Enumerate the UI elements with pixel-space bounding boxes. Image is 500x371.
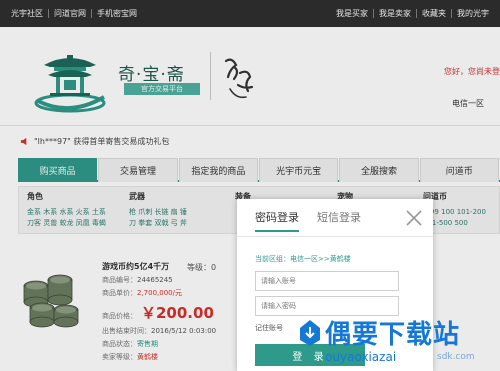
topbar-link-buyer[interactable]: 我是买家	[331, 8, 373, 19]
current-region[interactable]: 当前区组：电信一区>>黄鹤楼	[255, 254, 351, 264]
watermark-title: 偶要下载站	[325, 320, 461, 350]
download-logo-icon	[300, 320, 320, 346]
topbar-link-community[interactable]: 光宇社区	[6, 8, 48, 19]
site-watermark: 偶要下载站 ouyaoxiazai sdk.com	[297, 312, 500, 368]
top-links-left: 光宇社区 问道官网 手机密宝网	[6, 0, 142, 27]
login-tabs: 密码登录 短信登录	[255, 209, 379, 232]
remember-account[interactable]: 记住账号	[255, 323, 283, 333]
topbar-link-official[interactable]: 问道官网	[49, 8, 91, 19]
tab-password-login[interactable]: 密码登录	[255, 209, 299, 232]
topbar-link-favorites[interactable]: 收藏夹	[417, 8, 451, 19]
watermark-url: ouyaoxiazai	[325, 350, 397, 364]
watermark-domain: sdk.com	[437, 352, 475, 362]
top-links-right: 我是买家 我是卖家 收藏夹 我的光宇	[331, 0, 494, 27]
topbar-link-seller[interactable]: 我是卖家	[374, 8, 416, 19]
close-icon[interactable]	[405, 209, 423, 227]
tab-sms-login[interactable]: 短信登录	[317, 209, 361, 232]
topbar-link-mobile[interactable]: 手机密宝网	[92, 8, 142, 19]
top-bar: 光宇社区 问道官网 手机密宝网 我是买家 我是卖家 收藏夹 我的光宇	[0, 0, 500, 27]
modal-divider	[237, 236, 433, 237]
account-input[interactable]	[255, 271, 399, 291]
topbar-link-account[interactable]: 我的光宇	[452, 8, 494, 19]
